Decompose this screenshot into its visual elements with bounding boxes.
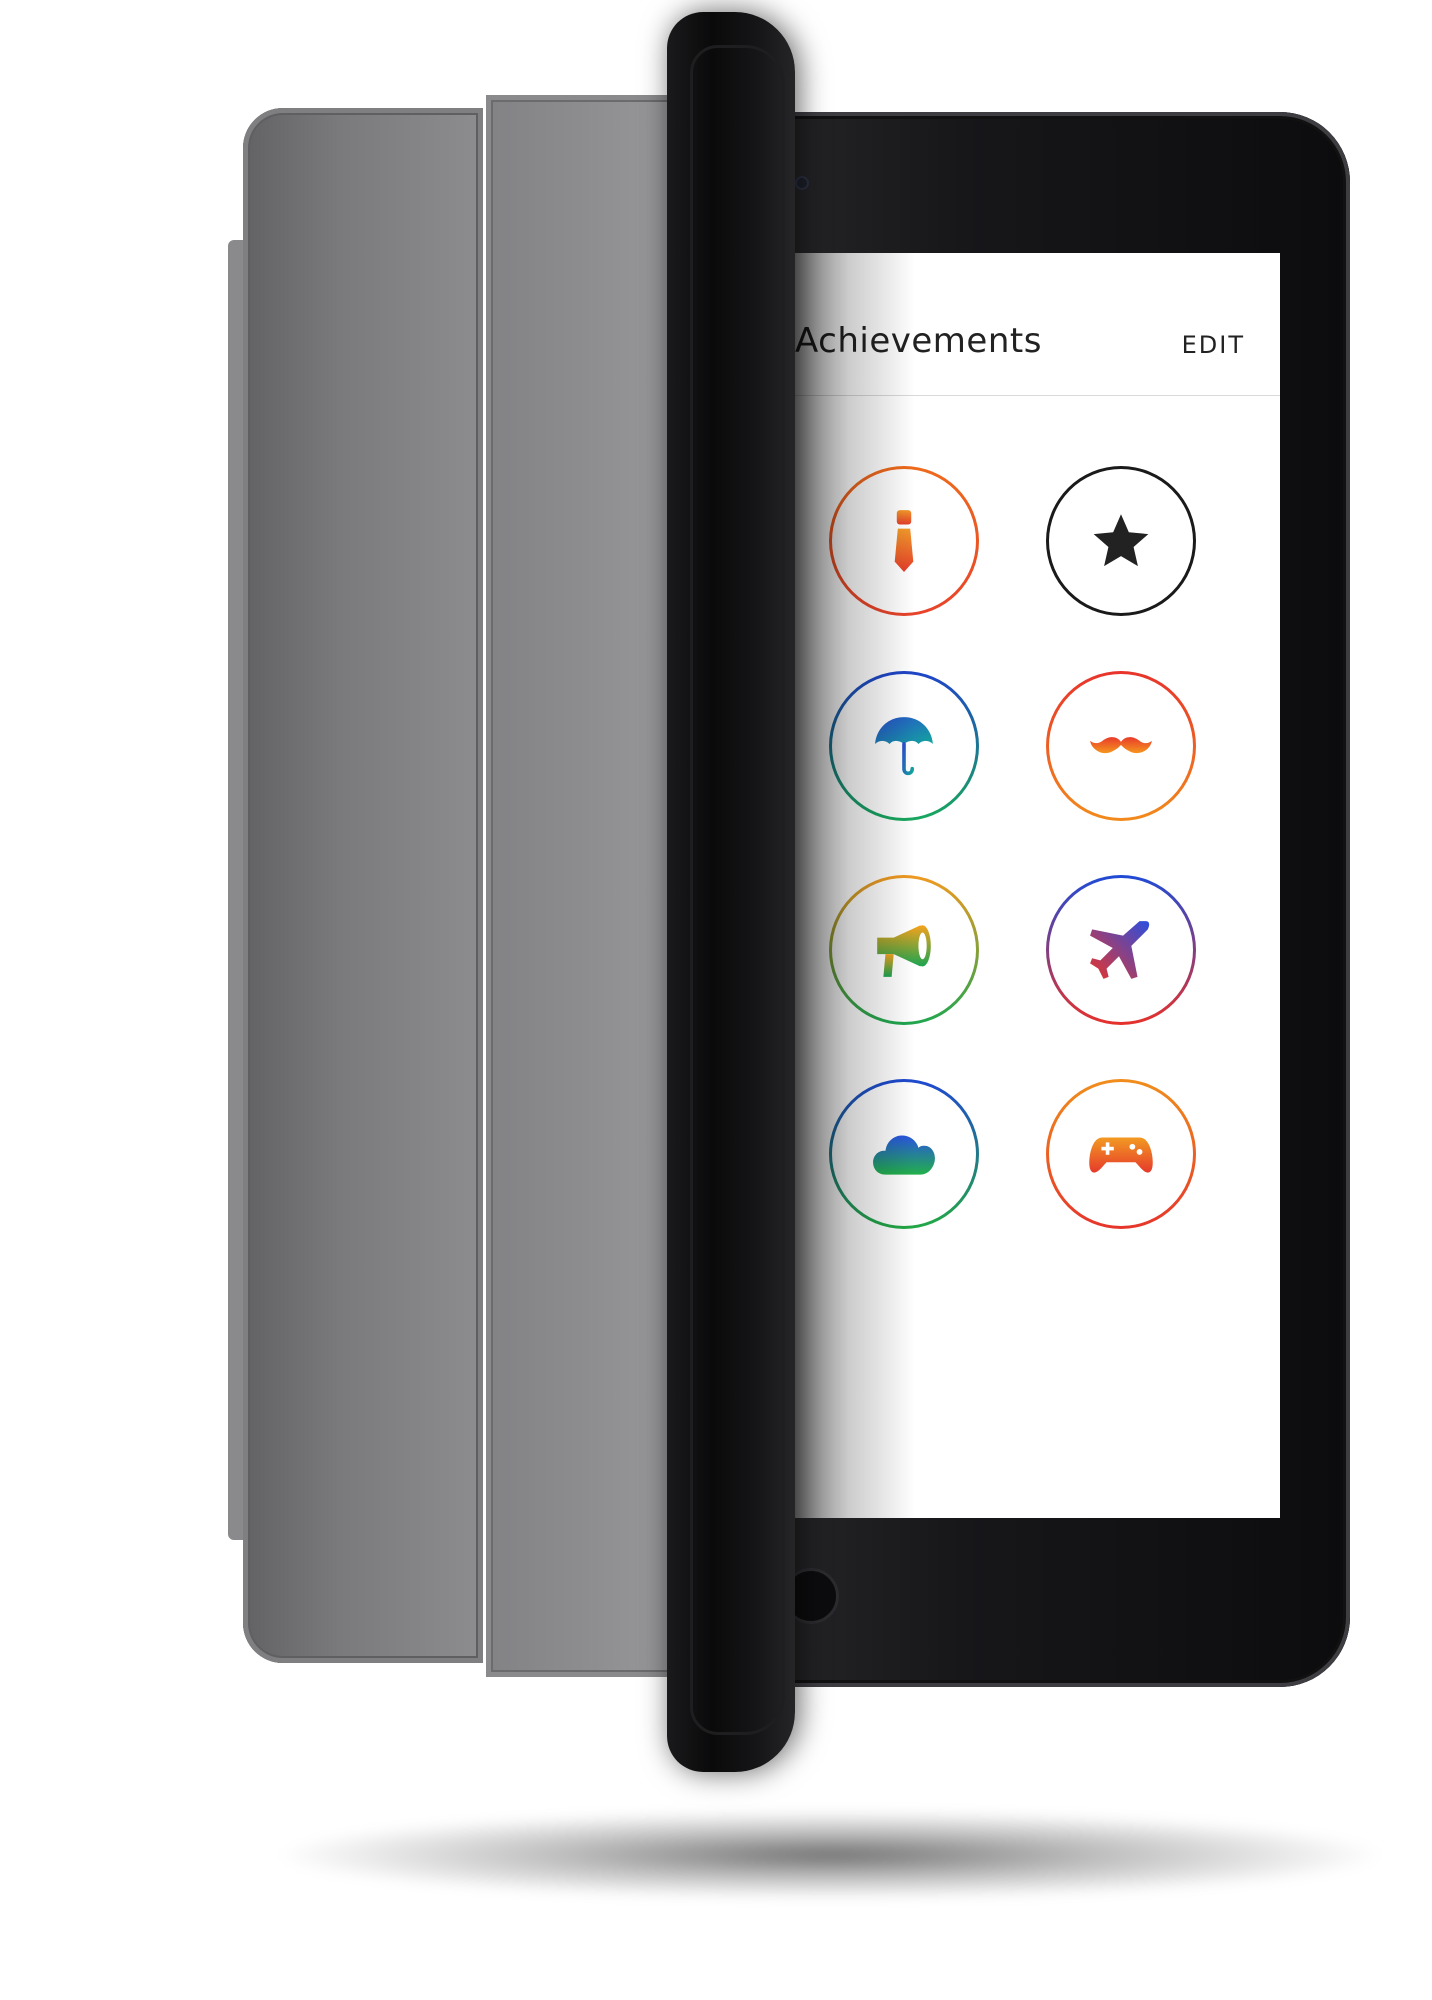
achievement-badge-tie[interactable] [829, 466, 979, 616]
achievement-badge-cloud[interactable] [829, 1079, 979, 1229]
gamepad-icon [1089, 1137, 1153, 1173]
achievement-badge-gamepad[interactable] [1046, 1079, 1196, 1229]
achievement-badge-airplane[interactable] [1046, 875, 1196, 1025]
tablet-screen: Achievements EDIT [795, 253, 1280, 1518]
airplane-icon [1090, 921, 1150, 979]
star-icon [1093, 514, 1149, 567]
achievement-badge-megaphone[interactable] [829, 875, 979, 1025]
cover-panel-middle [486, 95, 686, 1677]
mustache-icon [1090, 737, 1152, 754]
umbrella-icon [875, 717, 933, 776]
megaphone-icon [877, 925, 931, 977]
page-title: Achievements [795, 321, 1042, 361]
achievement-badge-star[interactable] [1046, 466, 1196, 616]
cover-flap-seam [690, 45, 785, 1735]
cloud-icon [873, 1135, 935, 1175]
tie-icon [894, 510, 914, 572]
achievement-badge-mustache[interactable] [1046, 671, 1196, 821]
nav-bar: Achievements EDIT [795, 253, 1280, 396]
front-camera [795, 176, 809, 190]
cover-panel-left [243, 108, 483, 1663]
edit-button[interactable]: EDIT [1182, 331, 1245, 359]
device-shadow [270, 1810, 1390, 1900]
achievement-badge-umbrella[interactable] [829, 671, 979, 821]
